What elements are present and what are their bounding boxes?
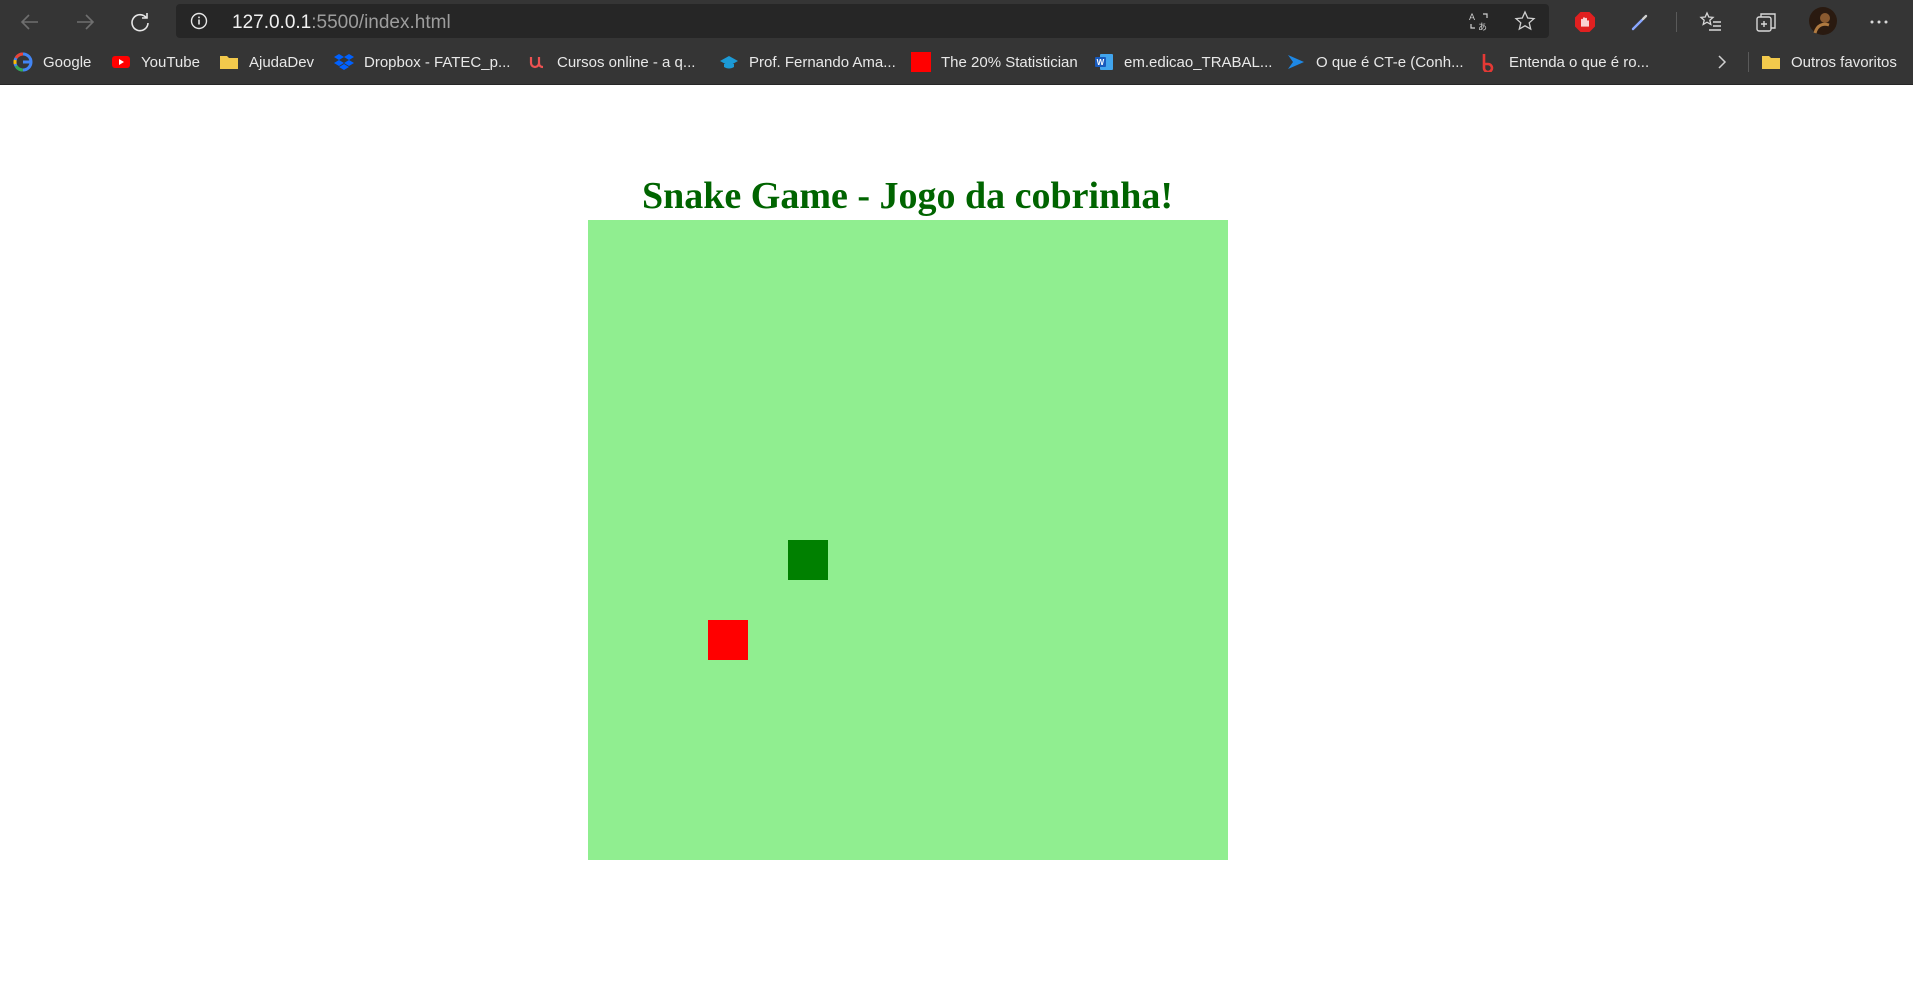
reload-button[interactable] [124,6,156,38]
bookmark-dropbox[interactable]: Dropbox - FATEC_p... [334,50,510,74]
bookmark-google[interactable]: Google [13,50,91,74]
address-bar[interactable]: 127.0.0.1:5500/index.html Aあ [176,4,1549,38]
reload-icon [131,13,149,32]
bookmark-prof-fernando[interactable]: Prof. Fernando Ama... [719,50,896,74]
url-host: 127.0.0.1 [232,12,312,33]
bookmark-ct-e[interactable]: O que é CT-e (Conh... [1286,50,1464,74]
bookmark-label: O que é CT-e (Conh... [1316,53,1464,71]
b-logo-icon [1479,52,1499,72]
folder-icon [219,52,239,72]
bookmark-label: Prof. Fernando Ama... [749,53,896,71]
bookmark-label: Entenda o que é ro... [1509,53,1650,71]
red-square-icon [911,52,931,72]
google-icon [13,52,33,72]
bookmark-ajudadev[interactable]: AjudaDev [219,50,314,74]
colorpicker-extension-icon[interactable] [1627,9,1653,35]
page-content: Snake Game - Jogo da cobrinha! [0,86,1913,988]
translate-icon[interactable]: Aあ [1468,10,1490,32]
bookmark-20-statistician[interactable]: The 20% Statistician [911,50,1078,74]
bookmark-label: Cursos online - a q... [557,53,696,71]
site-info-icon[interactable] [190,12,208,30]
svg-text:A: A [1469,12,1475,22]
chevron-right-icon [1718,55,1727,69]
folder-icon [1761,52,1781,72]
graduation-cap-icon [719,52,739,72]
other-favorites[interactable]: Outros favoritos [1761,50,1897,74]
star-icon[interactable] [1514,10,1536,32]
other-favorites-label: Outros favoritos [1791,53,1897,71]
udemy-icon [527,52,547,72]
adblock-icon[interactable] [1572,9,1598,35]
toolbar-divider [1676,12,1677,32]
arrow-logo-icon [1286,52,1306,72]
bookmark-entenda[interactable]: Entenda o que é ro... [1479,50,1649,74]
back-arrow-icon [20,14,38,30]
svg-text:あ: あ [1478,22,1487,32]
bookmark-label: Dropbox - FATEC_p... [364,53,511,71]
game-board[interactable] [588,220,1228,860]
forward-button[interactable] [69,6,101,38]
bookmarks-bar: Google YouTube AjudaDev Dropbox - FATEC_… [0,40,1913,85]
page-title: Snake Game - Jogo da cobrinha! [642,175,1173,217]
profile-avatar[interactable] [1809,7,1837,35]
url-path: :5500/index.html [311,12,451,33]
forward-arrow-icon [77,14,95,30]
bookmark-label: YouTube [141,53,200,71]
bookmarks-divider [1748,52,1749,72]
bookmark-label: Google [43,53,92,71]
browser-toolbar: 127.0.0.1:5500/index.html Aあ [0,0,1913,40]
food [708,620,748,660]
bookmarks-overflow-button[interactable] [1714,50,1730,74]
more-options-icon[interactable] [1866,9,1892,35]
bookmark-youtube[interactable]: YouTube [111,50,200,74]
collections-icon[interactable] [1753,9,1779,35]
favorites-icon[interactable] [1698,9,1724,35]
bookmark-word-doc[interactable]: W em.edicao_TRABAL... [1094,50,1272,74]
bookmark-cursos-online[interactable]: Cursos online - a q... [527,50,695,74]
url-text[interactable]: 127.0.0.1:5500/index.html [232,12,451,34]
snake-segment [788,540,828,580]
bookmark-label: em.edicao_TRABAL... [1124,53,1273,71]
svg-text:W: W [1097,58,1105,67]
word-icon: W [1094,52,1114,72]
dropbox-icon [334,52,354,72]
youtube-icon [111,52,131,72]
bookmark-label: AjudaDev [249,53,315,71]
back-button[interactable] [14,6,46,38]
bookmark-label: The 20% Statistician [941,53,1078,71]
